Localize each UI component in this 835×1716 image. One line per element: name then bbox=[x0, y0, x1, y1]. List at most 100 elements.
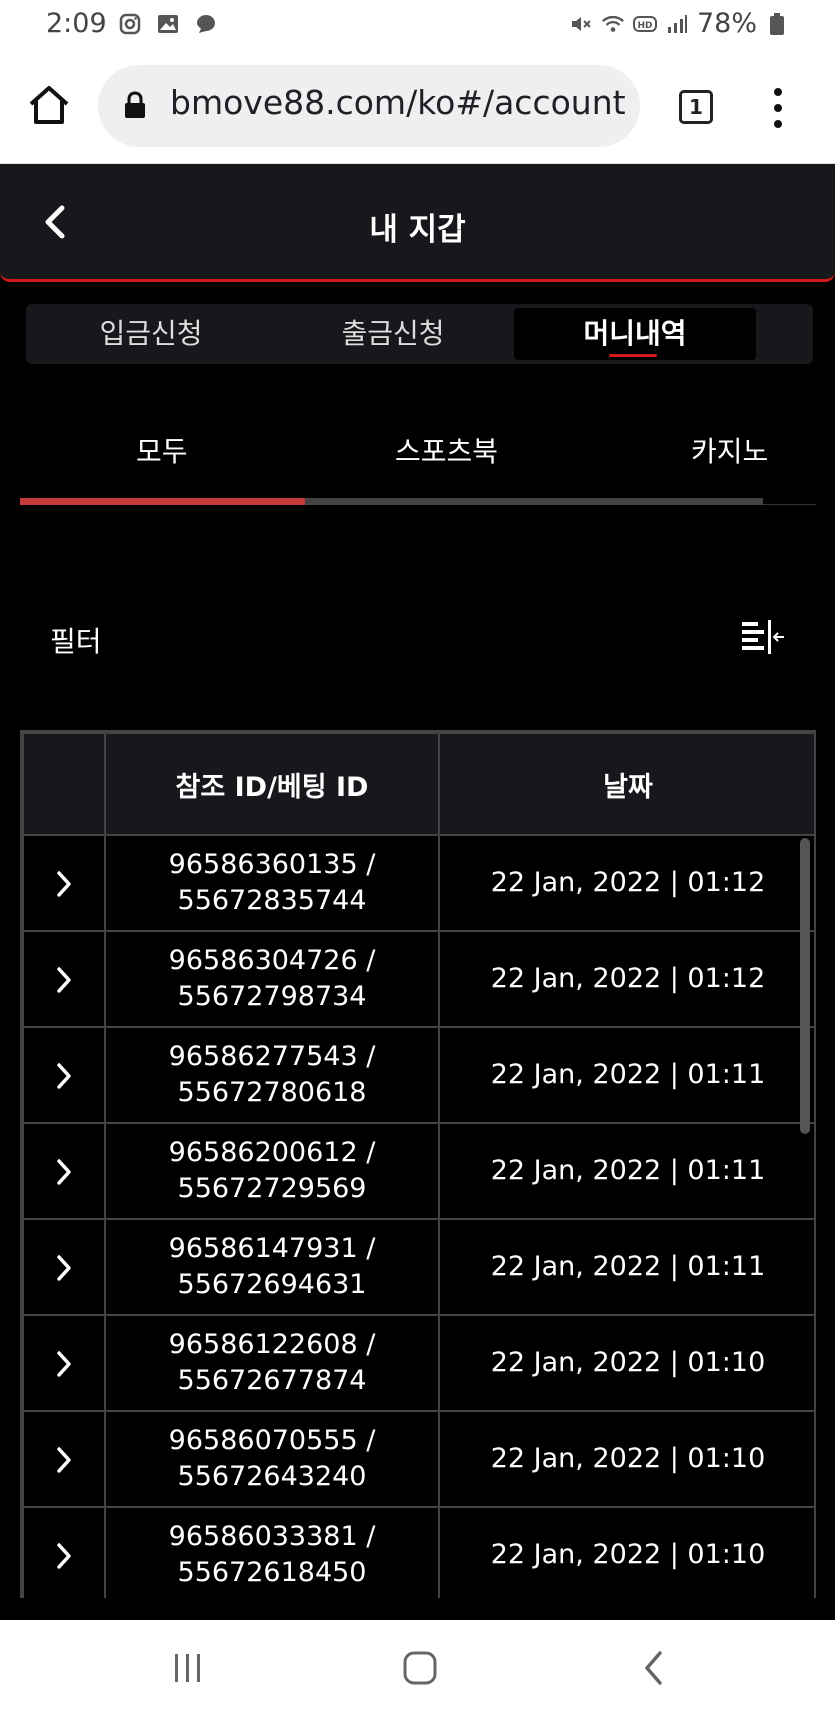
expand-row-button[interactable] bbox=[22, 1506, 106, 1598]
table-row[interactable]: 96586147931 / 55672694631 22 Jan, 2022 | … bbox=[22, 1218, 814, 1316]
home-icon bbox=[29, 86, 69, 124]
expand-row-button[interactable] bbox=[22, 1410, 106, 1508]
filter-label: 필터 bbox=[50, 625, 102, 658]
active-tab-indicator bbox=[609, 354, 657, 357]
tab-money-history[interactable]: 머니내역 bbox=[514, 308, 756, 360]
system-home-button[interactable] bbox=[395, 1648, 445, 1688]
date-cell: 22 Jan, 2022 | 01:10 bbox=[438, 1506, 814, 1598]
date-column-header: 날짜 bbox=[438, 732, 814, 836]
table-row[interactable]: 96586360135 / 55672835744 22 Jan, 2022 | … bbox=[22, 834, 814, 932]
ref-id: 96586070555 / bbox=[168, 1425, 376, 1456]
ref-id: 96586277543 / bbox=[168, 1041, 376, 1072]
table-scrollbar[interactable] bbox=[800, 838, 810, 1134]
chevron-right-icon bbox=[57, 1542, 71, 1569]
instagram-icon bbox=[118, 12, 142, 36]
status-time: 2:09 bbox=[46, 8, 107, 39]
bet-id: 55672835744 bbox=[177, 885, 367, 916]
expand-column-header bbox=[22, 732, 106, 836]
table-header-row: 참조 ID/베팅 ID 날짜 bbox=[22, 732, 814, 836]
ref-id: 96586304726 / bbox=[168, 945, 376, 976]
expand-row-button[interactable] bbox=[22, 1218, 106, 1316]
chevron-right-icon bbox=[57, 1350, 71, 1377]
recent-apps-button[interactable] bbox=[163, 1648, 213, 1688]
transaction-table: 참조 ID/베팅 ID 날짜 96586360135 / 55672835744 … bbox=[20, 730, 816, 1598]
table-row[interactable]: 96586200612 / 55672729569 22 Jan, 2022 | … bbox=[22, 1122, 814, 1220]
chevron-right-icon bbox=[57, 1062, 71, 1089]
mute-icon bbox=[569, 12, 593, 36]
gallery-icon bbox=[156, 12, 180, 36]
date-cell: 22 Jan, 2022 | 01:12 bbox=[438, 834, 814, 932]
chevron-right-icon bbox=[57, 1254, 71, 1281]
app-header: 내 지갑 bbox=[0, 164, 835, 282]
date-cell: 22 Jan, 2022 | 01:10 bbox=[438, 1410, 814, 1508]
ref-id: 96586360135 / bbox=[168, 849, 376, 880]
table-row[interactable]: 96586122608 / 55672677874 22 Jan, 2022 | … bbox=[22, 1314, 814, 1412]
subtab-all[interactable]: 모두 bbox=[136, 430, 188, 470]
bet-id: 55672677874 bbox=[177, 1365, 367, 1396]
ref-bet-id-cell: 96586360135 / 55672835744 bbox=[104, 834, 440, 932]
tab-switcher-button[interactable]: 1 bbox=[679, 90, 713, 124]
ref-id: 96586122608 / bbox=[168, 1329, 376, 1360]
signal-icon bbox=[665, 12, 689, 36]
svg-text:HD: HD bbox=[637, 21, 652, 31]
ref-id-column-header: 참조 ID/베팅 ID bbox=[104, 732, 440, 836]
wallet-tabs: 입금신청 출금신청 머니내역 bbox=[26, 304, 813, 364]
url-text: bmove88.com/ko#/account/ bbox=[170, 83, 625, 122]
system-back-button[interactable] bbox=[630, 1648, 680, 1688]
ref-bet-id-cell: 96586033381 / 55672618450 bbox=[104, 1506, 440, 1598]
subtab-divider bbox=[763, 504, 816, 505]
ref-id: 96586200612 / bbox=[168, 1137, 376, 1168]
subtab-sportsbook[interactable]: 스포츠북 bbox=[395, 430, 498, 470]
ref-bet-id-cell: 96586070555 / 55672643240 bbox=[104, 1410, 440, 1508]
chevron-right-icon bbox=[57, 1446, 71, 1473]
ref-bet-id-cell: 96586277543 / 55672780618 bbox=[104, 1026, 440, 1124]
wifi-icon bbox=[601, 12, 625, 36]
tab-deposit[interactable]: 입금신청 bbox=[30, 308, 272, 360]
bet-id: 55672694631 bbox=[177, 1269, 367, 1300]
bet-id: 55672643240 bbox=[177, 1461, 367, 1492]
table-row[interactable]: 96586277543 / 55672780618 22 Jan, 2022 | … bbox=[22, 1026, 814, 1124]
expand-row-button[interactable] bbox=[22, 1314, 106, 1412]
category-tabs: 모두 스포츠북 카지노 bbox=[20, 420, 816, 510]
date-cell: 22 Jan, 2022 | 01:11 bbox=[438, 1026, 814, 1124]
expand-row-button[interactable] bbox=[22, 1026, 106, 1124]
chevron-right-icon bbox=[57, 870, 71, 897]
bet-id: 55672798734 bbox=[177, 981, 367, 1012]
table-row[interactable]: 96586304726 / 55672798734 22 Jan, 2022 | … bbox=[22, 930, 814, 1028]
ref-id: 96586033381 / bbox=[168, 1521, 376, 1552]
bet-id: 55672618450 bbox=[177, 1557, 367, 1588]
filter-collapse-icon bbox=[742, 620, 784, 654]
subtab-casino[interactable]: 카지노 bbox=[691, 430, 768, 470]
hd-icon: HD bbox=[632, 12, 657, 36]
expand-row-button[interactable] bbox=[22, 930, 106, 1028]
battery-icon bbox=[765, 12, 789, 36]
bet-id: 55672729569 bbox=[177, 1173, 367, 1204]
tab-withdraw[interactable]: 출금신청 bbox=[272, 308, 514, 360]
subtab-active-indicator bbox=[20, 498, 305, 505]
chevron-right-icon bbox=[57, 1158, 71, 1185]
address-bar[interactable]: bmove88.com/ko#/account/ bbox=[98, 65, 640, 147]
expand-row-button[interactable] bbox=[22, 834, 106, 932]
bet-id: 55672780618 bbox=[177, 1077, 367, 1108]
home-button[interactable] bbox=[26, 82, 72, 128]
status-bar: 2:09 HD 78% bbox=[0, 0, 835, 50]
battery-percent: 78% bbox=[696, 8, 757, 39]
date-cell: 22 Jan, 2022 | 01:12 bbox=[438, 930, 814, 1028]
table-row[interactable]: 96586070555 / 55672643240 22 Jan, 2022 | … bbox=[22, 1410, 814, 1508]
ref-bet-id-cell: 96586147931 / 55672694631 bbox=[104, 1218, 440, 1316]
date-cell: 22 Jan, 2022 | 01:11 bbox=[438, 1122, 814, 1220]
browser-menu-button[interactable] bbox=[768, 86, 788, 130]
table-row[interactable]: 96586033381 / 55672618450 22 Jan, 2022 | … bbox=[22, 1506, 814, 1598]
page-title: 내 지갑 bbox=[369, 212, 466, 248]
browser-toolbar: bmove88.com/ko#/account/ 1 bbox=[0, 50, 835, 164]
chevron-right-icon bbox=[57, 966, 71, 993]
expand-row-button[interactable] bbox=[22, 1122, 106, 1220]
more-vertical-icon bbox=[774, 88, 782, 128]
date-cell: 22 Jan, 2022 | 01:11 bbox=[438, 1218, 814, 1316]
ref-bet-id-cell: 96586304726 / 55672798734 bbox=[104, 930, 440, 1028]
recents-icon bbox=[175, 1654, 200, 1682]
ref-id: 96586147931 / bbox=[168, 1233, 376, 1264]
system-icons: HD 78% bbox=[569, 8, 789, 39]
filter-toggle-button[interactable] bbox=[740, 618, 786, 656]
home-circle-icon bbox=[403, 1651, 437, 1685]
